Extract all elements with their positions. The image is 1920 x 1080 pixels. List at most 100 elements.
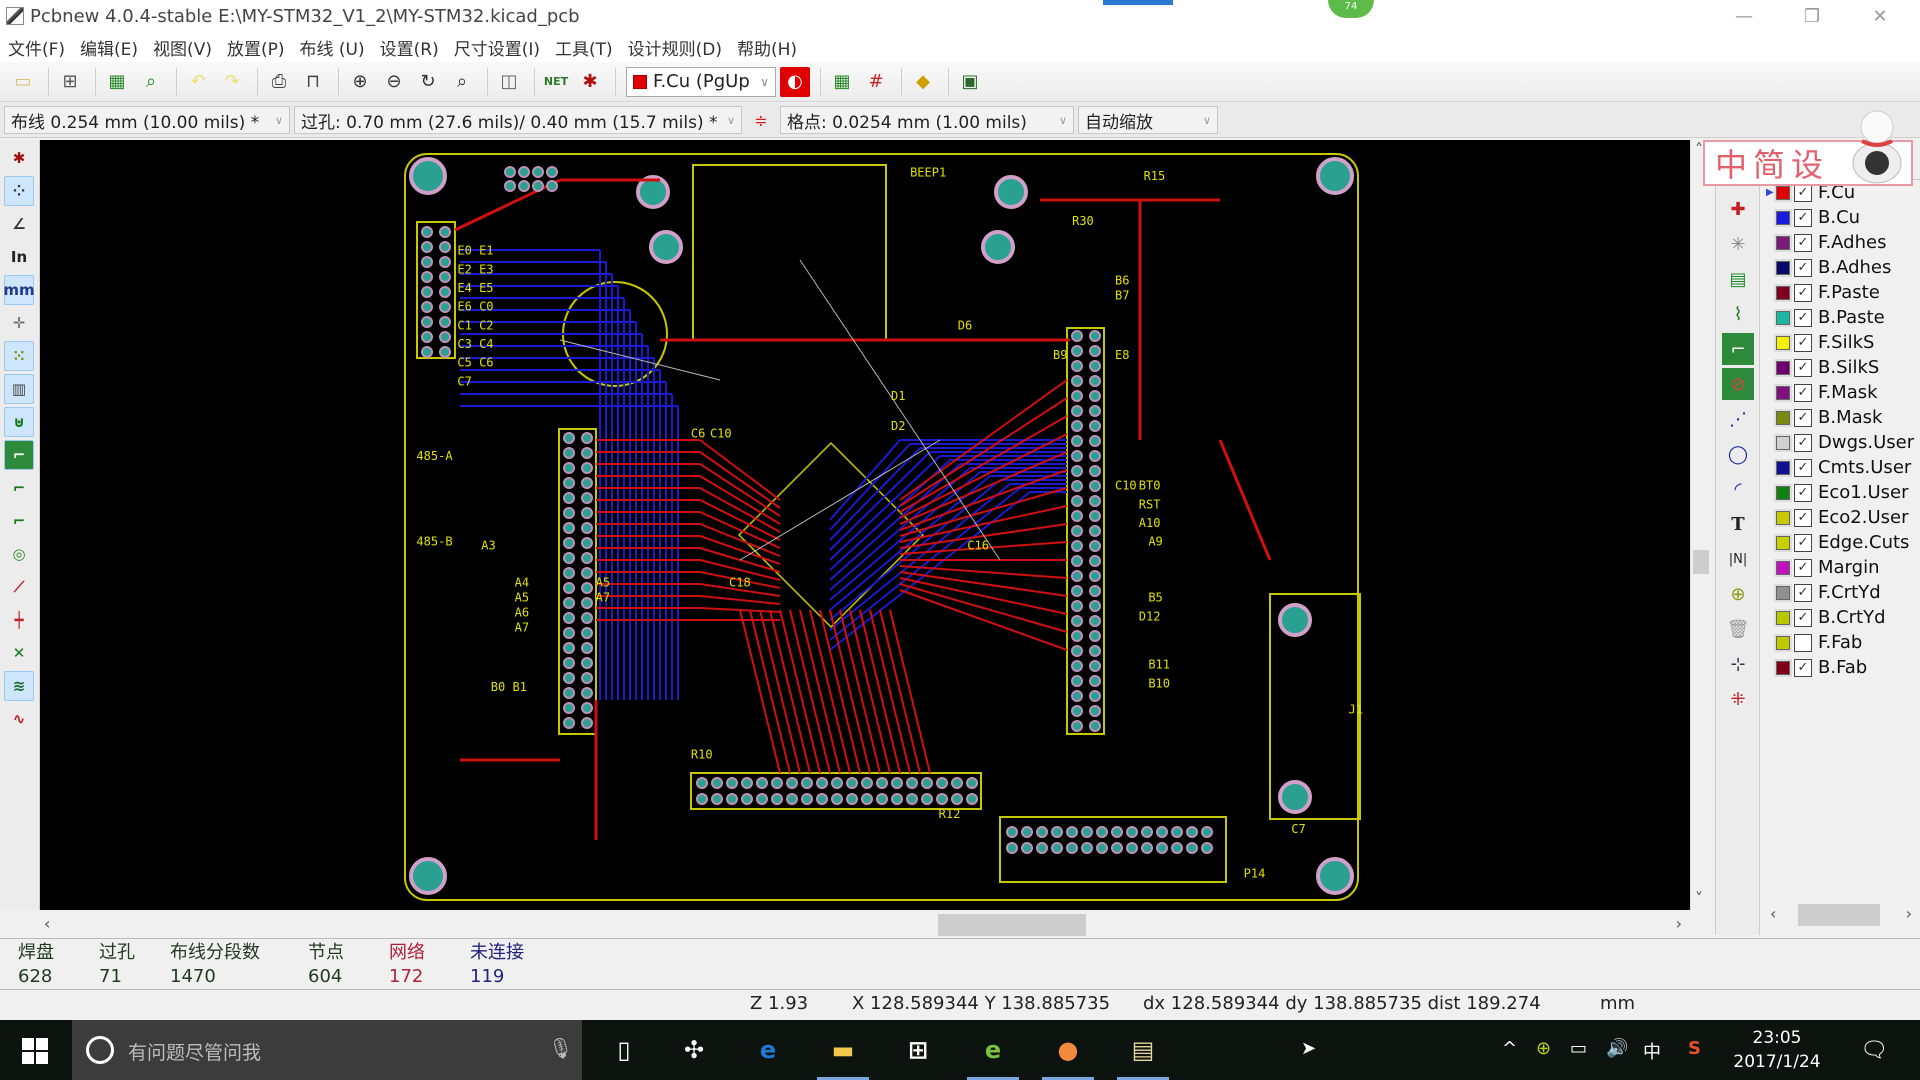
scroll-left-icon[interactable]: ‹ [1770,904,1776,923]
layer-row[interactable]: F.Fab [1762,630,1920,655]
layers-scroll-thumb[interactable] [1798,904,1880,926]
add-dimension-icon[interactable]: |N| [1722,543,1754,575]
task-view-icon[interactable]: ▯ [606,1032,642,1068]
layer-visibility-checkbox[interactable]: ✓ [1794,233,1812,252]
track-width-select[interactable]: 布线 0.254 mm (10.00 mils) * ∨ [4,106,290,134]
netlist-icon[interactable]: NET [541,67,571,97]
layer-visibility-checkbox[interactable]: ✓ [1794,533,1812,552]
layer-visibility-checkbox[interactable]: ✓ [1794,558,1812,577]
zoom-out-icon[interactable]: ⊖ [379,67,409,97]
layer-visibility-checkbox[interactable]: ✓ [1794,508,1812,527]
add-target-icon[interactable]: ⊕ [1722,578,1754,610]
layer-row[interactable]: ✓ B.Adhes [1762,255,1920,280]
add-zone-icon[interactable]: ⌐ [1722,333,1754,365]
layer-color-swatch[interactable] [1774,183,1792,202]
minimize-icon[interactable]: — [1710,0,1778,32]
close-icon[interactable]: ✕ [1846,0,1914,32]
drc-off-icon[interactable]: ✱ [4,143,34,173]
layer-row[interactable]: ✓ Cmts.User [1762,455,1920,480]
green-browser-icon[interactable]: e [967,1032,1019,1080]
kicad-app-icon[interactable]: ▤ [1117,1032,1169,1080]
menu-route[interactable]: 布线 (U) [300,35,365,60]
layer-visibility-checkbox[interactable]: ✓ [1794,458,1812,477]
scroll-up-icon[interactable]: ˄ [1695,140,1703,159]
layer-color-swatch[interactable] [1774,483,1792,502]
restore-icon[interactable]: ❐ [1778,0,1846,32]
app-pinwheel-icon[interactable]: ✣ [676,1032,712,1068]
layer-row[interactable]: ✓ F.CrtYd [1762,580,1920,605]
page-settings-icon[interactable]: ⊞ [55,67,85,97]
layer-color-swatch[interactable] [1774,383,1792,402]
menu-tools[interactable]: 工具(T) [555,35,613,60]
find-icon[interactable]: ⌕ [136,67,166,97]
scroll-right-icon[interactable]: › [1676,914,1682,933]
store-icon[interactable]: ⊞ [900,1032,936,1068]
polar-coords-icon[interactable]: ∠ [4,209,34,239]
network-icon[interactable]: ▭ [1570,1038,1587,1059]
add-line-icon[interactable]: ⋰ [1722,403,1754,435]
menu-design-rules[interactable]: 设计规则(D) [628,35,722,60]
layer-visibility-checkbox[interactable]: ✓ [1794,408,1812,427]
units-mm-icon[interactable]: mm [3,275,35,305]
layer-color-swatch[interactable] [1774,308,1792,327]
add-arc-icon[interactable]: ◜ [1722,473,1754,505]
orange-app-icon[interactable]: ● [1042,1032,1094,1080]
layer-pair-icon[interactable]: ◐ [780,66,810,97]
scroll-down-icon[interactable]: ˅ [1695,889,1703,908]
sogou-ime-icon[interactable]: S [1688,1038,1701,1059]
cursor-shape-icon[interactable]: ✛ [4,308,34,338]
layer-row[interactable]: ✓ Dwgs.User [1762,430,1920,455]
redo-icon[interactable]: ↷ [217,67,247,97]
via-size-select[interactable]: 过孔: 0.70 mm (27.6 mils)/ 0.40 mm (15.7 m… [294,106,742,134]
grid-select[interactable]: 格点: 0.0254 mm (1.00 mils) ∨ [780,106,1074,134]
layer-color-swatch[interactable] [1774,433,1792,452]
layer-color-swatch[interactable] [1774,608,1792,627]
module-ratsnest-icon[interactable]: ▥ [4,374,34,404]
add-footprint-icon[interactable]: ▤ [1722,263,1754,295]
volume-icon[interactable]: 🔊 [1606,1038,1628,1059]
layer-color-swatch[interactable] [1774,258,1792,277]
layer-visibility-checkbox[interactable]: ✓ [1794,358,1812,377]
add-keepout-icon[interactable]: ⊘ [1722,368,1754,400]
layer-row[interactable]: ✓ B.Mask [1762,405,1920,430]
layer-row[interactable]: ✓ F.Adhes [1762,230,1920,255]
layers-manager-icon[interactable]: ≋ [4,671,34,701]
route-track-icon[interactable]: ⌇ [1722,298,1754,330]
system-clock[interactable]: 23:05 2017/1/24 [1732,1026,1822,1074]
menu-help[interactable]: 帮助(H) [737,35,797,60]
vertical-scroll-thumb[interactable] [1693,550,1709,574]
layer-color-swatch[interactable] [1774,508,1792,527]
layer-row[interactable]: ✓ B.Paste [1762,305,1920,330]
via-sketch-icon[interactable]: ⟋ [4,572,34,602]
layer-visibility-checkbox[interactable]: ✓ [1794,208,1812,227]
add-circle-icon[interactable]: ◯ [1722,438,1754,470]
menu-preferences[interactable]: 设置(R) [380,35,439,60]
set-origin-icon[interactable]: ⊹ [1722,648,1754,680]
scroll-left-icon[interactable]: ‹ [44,914,50,933]
active-layer-select[interactable]: F.Cu (PgUp ∨ [626,66,776,97]
scripting-console-icon[interactable]: ▣ [955,67,985,97]
layer-visibility-checkbox[interactable]: ✓ [1794,258,1812,277]
plot-icon[interactable]: ⊓ [298,67,328,97]
layer-color-swatch[interactable] [1774,233,1792,252]
layer-row[interactable]: ✓ Edge.Cuts [1762,530,1920,555]
auto-delete-track-icon[interactable]: ⊍ [4,407,34,437]
track-sketch-icon[interactable]: ┿ [4,605,34,635]
high-contrast-icon[interactable]: ✕ [4,638,34,668]
print-icon[interactable]: ⎙ [264,67,294,97]
layers-horizontal-scrollbar[interactable]: ‹ › [1762,900,1920,928]
show-hidden-icon[interactable]: ^ [1502,1038,1517,1059]
windows-start-icon[interactable] [22,1038,48,1064]
edge-browser-icon[interactable]: e [750,1032,786,1068]
layer-row[interactable]: ✓ Eco2.User [1762,505,1920,530]
auto-route-icon[interactable]: # [861,67,891,97]
security-icon[interactable]: ⊕ [1536,1038,1551,1059]
microwave-icon[interactable]: ◆ [908,67,938,97]
layer-visibility-checkbox[interactable]: ✓ [1794,433,1812,452]
layer-color-swatch[interactable] [1774,633,1792,652]
layer-visibility-checkbox[interactable]: ✓ [1794,658,1812,677]
new-board-icon[interactable]: ▭ [8,67,38,97]
layer-row[interactable]: ✓ B.SilkS [1762,355,1920,380]
grid-origin-icon[interactable]: ⁜ [1722,683,1754,715]
highlight-net-icon[interactable]: ✳ [1722,228,1754,260]
